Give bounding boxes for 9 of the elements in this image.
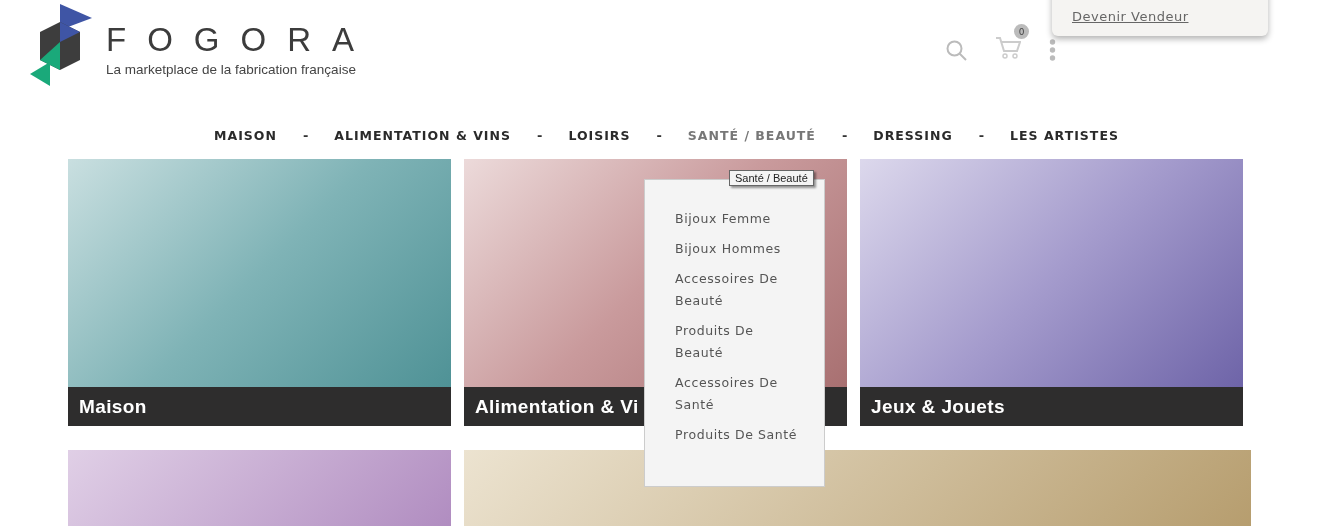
- brand-tagline: La marketplace de la fabrication française: [106, 62, 357, 77]
- brand-name: FOGORA: [106, 22, 375, 58]
- nav-separator: -: [656, 128, 662, 143]
- nav-separator: -: [302, 128, 309, 143]
- nav-separator: -: [978, 128, 985, 143]
- nav-separator: -: [536, 128, 543, 143]
- nav-separator: -: [841, 128, 848, 143]
- cart-count-badge: 0: [1014, 24, 1029, 39]
- tooltip: Santé / Beauté: [729, 170, 814, 186]
